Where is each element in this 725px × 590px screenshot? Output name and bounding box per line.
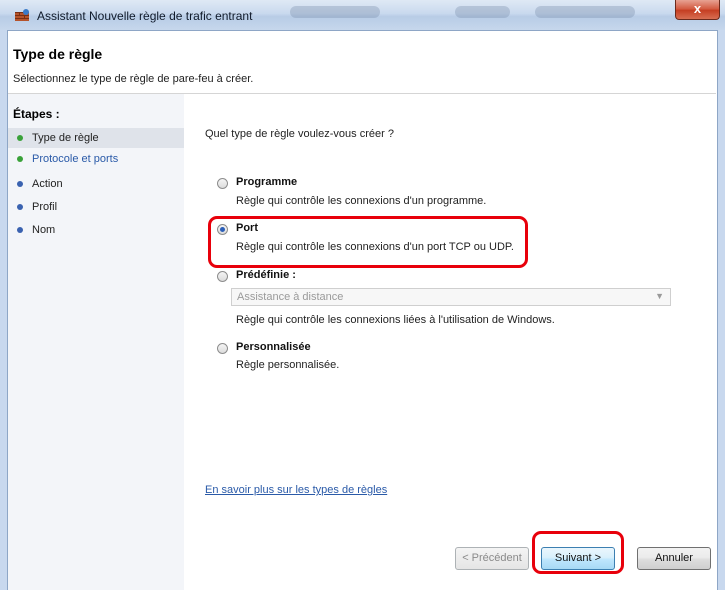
select-value: Assistance à distance	[237, 291, 344, 303]
page-title: Type de règle	[13, 46, 103, 62]
step-nom: Nom	[8, 220, 184, 240]
window-frame-right	[717, 30, 725, 590]
option-title-programme: Programme	[236, 176, 298, 188]
step-label: Profil	[32, 201, 58, 213]
steps-heading: Étapes :	[13, 107, 60, 121]
page-subtitle: Sélectionnez le type de règle de pare-fe…	[13, 73, 254, 85]
step-label: Type de règle	[32, 132, 99, 144]
blurred-background	[290, 6, 380, 18]
port-option-highlight	[208, 216, 528, 268]
step-status-icon	[17, 156, 23, 162]
step-label: Nom	[32, 224, 56, 236]
close-icon: x	[693, 1, 702, 16]
step-type-de-regle[interactable]: Type de règle	[8, 128, 184, 148]
step-label: Protocole et ports	[32, 153, 119, 165]
step-status-icon	[17, 227, 23, 233]
step-label: Action	[32, 178, 63, 190]
predefined-rule-select[interactable]: Assistance à distance ▼	[231, 288, 671, 306]
option-title-predefinie: Prédéfinie :	[236, 269, 296, 281]
blurred-background	[535, 6, 635, 18]
learn-more-link[interactable]: En savoir plus sur les types de règles	[205, 484, 387, 496]
option-desc-predefinie: Règle qui contrôle les connexions liées …	[236, 314, 555, 326]
step-status-icon	[17, 135, 23, 141]
step-protocole-et-ports[interactable]: Protocole et ports	[8, 149, 184, 169]
firewall-wall-icon	[15, 9, 29, 21]
title-bar: Assistant Nouvelle règle de trafic entra…	[0, 0, 725, 31]
close-button[interactable]: x	[675, 0, 720, 20]
option-desc-programme: Règle qui contrôle les connexions d'un p…	[236, 195, 487, 207]
previous-button[interactable]: < Précédent	[455, 547, 529, 570]
option-title-personnalisee: Personnalisée	[236, 341, 311, 353]
question-text: Quel type de règle voulez-vous créer ?	[205, 128, 394, 140]
radio-personnalisee[interactable]	[217, 343, 228, 354]
steps-panel: Étapes : Type de règle Protocole et port…	[8, 94, 184, 590]
next-button-highlight	[532, 531, 624, 574]
window-title: Assistant Nouvelle règle de trafic entra…	[37, 9, 253, 23]
step-profil: Profil	[8, 197, 184, 217]
step-status-icon	[17, 181, 23, 187]
wizard-content: Quel type de règle voulez-vous créer ? P…	[184, 94, 716, 590]
step-action: Action	[8, 174, 184, 194]
step-status-icon	[17, 204, 23, 210]
window-frame-left	[0, 30, 8, 590]
wizard-header: Type de règle Sélectionnez le type de rè…	[8, 31, 716, 94]
cancel-button[interactable]: Annuler	[637, 547, 711, 570]
chevron-down-icon: ▼	[655, 291, 664, 301]
radio-predefinie[interactable]	[217, 271, 228, 282]
blurred-background	[455, 6, 510, 18]
radio-programme[interactable]	[217, 178, 228, 189]
option-desc-personnalisee: Règle personnalisée.	[236, 359, 340, 371]
